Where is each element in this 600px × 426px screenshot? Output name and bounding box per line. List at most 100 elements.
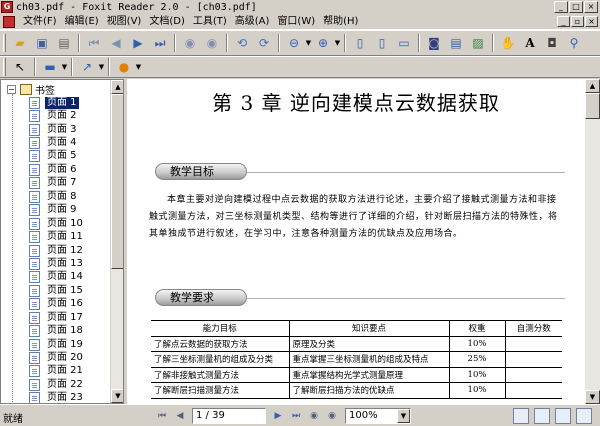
prev-page-button[interactable]: ◀: [171, 407, 189, 424]
doc-minimize-button[interactable]: _: [557, 16, 570, 27]
scroll-up-button[interactable]: ▲: [585, 79, 600, 93]
save-button[interactable]: ▣: [31, 32, 53, 54]
image-view-button[interactable]: ▨: [467, 32, 489, 54]
secondary-toolbar: ↖ ▬ ▼ ↗ ▼ ● ▼: [0, 56, 600, 78]
annotation-button[interactable]: ▬: [39, 56, 61, 78]
bookmark-item[interactable]: 页面 6: [29, 163, 85, 176]
scroll-down-button[interactable]: ▼: [111, 389, 123, 403]
bookmark-item[interactable]: 页面 22: [29, 378, 85, 391]
bookmark-item[interactable]: 页面 17: [29, 311, 85, 324]
facing-view-button[interactable]: [555, 408, 571, 424]
bookmark-item[interactable]: 页面 20: [29, 351, 85, 365]
close-button[interactable]: ×: [584, 1, 598, 13]
next-page-button[interactable]: ▶: [269, 407, 287, 424]
bookmark-item[interactable]: 页面 4: [29, 136, 85, 150]
menu-help[interactable]: 帮助(H): [319, 15, 362, 29]
document-view[interactable]: 第 3 章 逆向建模点云数据获取 教学目标 本章主要对逆向建模过程中点云数据的获…: [127, 79, 600, 404]
menu-file[interactable]: 文件(F): [19, 15, 61, 29]
continuous-view-button[interactable]: [534, 408, 550, 424]
bookmark-item[interactable]: 页面 5: [29, 150, 85, 163]
minimize-button[interactable]: _: [554, 1, 568, 13]
chevron-down-icon[interactable]: ▼: [98, 63, 105, 71]
bookmark-item[interactable]: 页面 21: [29, 365, 85, 378]
find-button[interactable]: ◙: [423, 32, 445, 54]
bookmark-label: 页面 7: [47, 177, 77, 189]
menu-window[interactable]: 窗口(W): [273, 15, 319, 29]
toolbar-grip[interactable]: [3, 34, 6, 52]
prev-page-button[interactable]: ◀: [105, 32, 127, 54]
fit-width-button[interactable]: ▭: [393, 32, 415, 54]
single-page-view-button[interactable]: [513, 408, 529, 424]
draw-arrow-button[interactable]: ↗: [76, 56, 98, 78]
back-button[interactable]: ◉: [305, 407, 323, 424]
actual-size-button[interactable]: ▯: [349, 32, 371, 54]
bookmark-item[interactable]: 页面 9: [29, 204, 85, 217]
last-page-button[interactable]: ⏭: [287, 407, 305, 424]
zoom-tool-button[interactable]: ⚲: [563, 32, 585, 54]
doc-restore-button[interactable]: ▫: [571, 16, 584, 27]
chevron-down-icon[interactable]: ▼: [135, 63, 142, 71]
bookmark-item[interactable]: 页面 10: [29, 217, 85, 230]
select-text-button[interactable]: A: [519, 32, 541, 54]
rotate-right-button[interactable]: ⟳: [253, 32, 275, 54]
menu-advanced[interactable]: 高级(A): [231, 15, 274, 29]
forward-button[interactable]: ◉: [201, 32, 223, 54]
chevron-down-icon[interactable]: ▼: [334, 39, 341, 47]
rotate-left-button[interactable]: ⟲: [231, 32, 253, 54]
zoom-in-button[interactable]: ⊕: [312, 32, 334, 54]
bookmark-item[interactable]: 页面 1: [29, 95, 85, 110]
bookmark-item[interactable]: 页面 8: [29, 190, 85, 203]
bookmark-item[interactable]: 页面 16: [29, 298, 85, 311]
menu-edit[interactable]: 编辑(E): [61, 15, 103, 29]
select-tool-button[interactable]: ↖: [9, 56, 31, 78]
help-button[interactable]: ●: [113, 56, 135, 78]
text-view-button[interactable]: ▤: [445, 32, 467, 54]
hand-tool-button[interactable]: ✋: [497, 32, 519, 54]
open-button[interactable]: ▰: [9, 32, 31, 54]
maximize-button[interactable]: □: [569, 1, 583, 13]
last-page-button[interactable]: ⏭: [149, 32, 171, 54]
bookmark-item[interactable]: 页面 7: [29, 177, 85, 190]
bookmark-item[interactable]: 页面 13: [29, 257, 85, 270]
bookmark-item[interactable]: 页面 12: [29, 244, 85, 257]
scroll-up-button[interactable]: ▲: [111, 80, 123, 94]
bookmark-item[interactable]: 页面 19: [29, 338, 85, 351]
bookmark-item[interactable]: 页面 18: [29, 324, 85, 338]
print-button[interactable]: ▤: [53, 32, 75, 54]
bookmark-item[interactable]: 页面 11: [29, 230, 85, 244]
scroll-thumb[interactable]: [585, 93, 600, 119]
scroll-down-button[interactable]: ▼: [585, 390, 600, 404]
bookmarks-scrollbar[interactable]: ▲ ▼: [110, 80, 123, 403]
page-number-input[interactable]: 1 / 39: [192, 407, 266, 424]
first-page-button[interactable]: ⏮: [153, 407, 171, 424]
back-button[interactable]: ◉: [179, 32, 201, 54]
separator: [34, 58, 36, 76]
menu-document[interactable]: 文档(D): [145, 15, 189, 29]
menu-tools[interactable]: 工具(T): [189, 15, 231, 29]
collapse-icon[interactable]: −: [7, 85, 16, 94]
document-icon[interactable]: [3, 15, 15, 28]
back-icon: ◉: [310, 410, 318, 421]
doc-close-button[interactable]: ×: [585, 16, 598, 27]
bookmark-item[interactable]: 页面 15: [29, 284, 85, 297]
bookmark-item[interactable]: 页面 2: [29, 109, 85, 123]
chevron-down-icon[interactable]: ▼: [397, 408, 410, 423]
zoom-select[interactable]: 100% ▼: [345, 407, 411, 424]
forward-button[interactable]: ◉: [323, 407, 341, 424]
bookmark-item[interactable]: 页面 14: [29, 271, 85, 284]
snapshot-button[interactable]: ◘: [541, 32, 563, 54]
chevron-down-icon[interactable]: ▼: [305, 39, 312, 47]
bookmark-root[interactable]: − 书签: [7, 83, 55, 97]
menu-view[interactable]: 视图(V): [103, 15, 146, 29]
chevron-down-icon[interactable]: ▼: [61, 63, 68, 71]
toolbar-grip[interactable]: [3, 58, 6, 76]
next-page-button[interactable]: ▶: [127, 32, 149, 54]
document-scrollbar[interactable]: ▲ ▼: [585, 79, 600, 404]
continuous-facing-view-button[interactable]: [576, 408, 592, 424]
fit-page-button[interactable]: ▯: [371, 32, 393, 54]
scroll-thumb[interactable]: [111, 94, 123, 269]
zoom-out-button[interactable]: ⊖: [283, 32, 305, 54]
bookmark-item[interactable]: 页面 3: [29, 123, 85, 136]
bookmark-item[interactable]: 页面 23: [29, 392, 85, 403]
first-page-button[interactable]: ⏮: [83, 32, 105, 54]
